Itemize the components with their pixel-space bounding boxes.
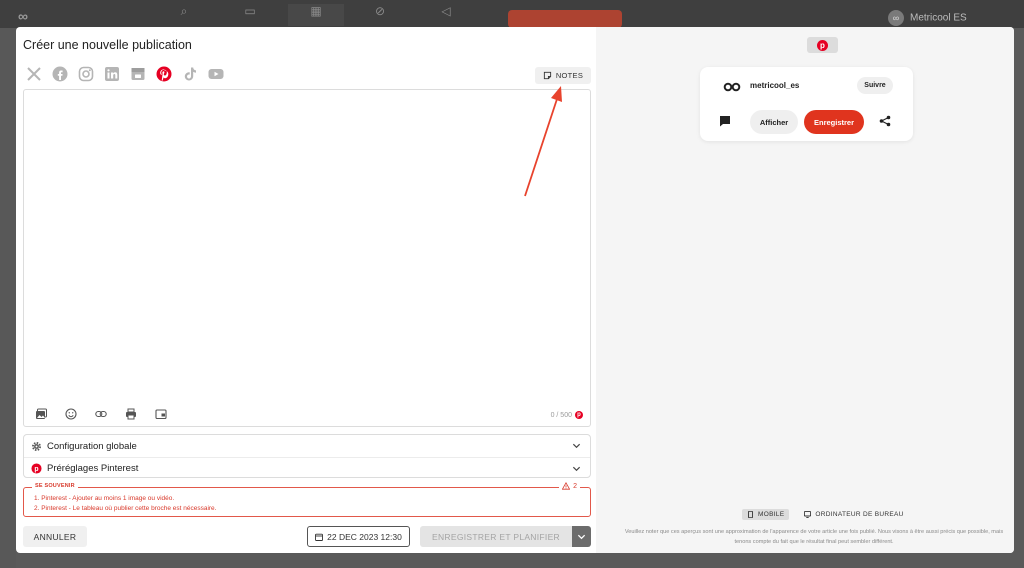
svg-text:p: p: [34, 466, 38, 473]
mobile-label: MOBILE: [758, 511, 785, 518]
schedule-date: 22 DEC 2023 12:30: [327, 531, 402, 542]
preview-device-toggle: MOBILE ORDINATEUR DE BUREAU: [742, 509, 909, 520]
share-icon[interactable]: [879, 115, 891, 127]
search-icon[interactable]: ⌕: [156, 4, 212, 26]
preview-disclaimer: Veuillez noter que ces aperçus sont une …: [624, 529, 1004, 545]
notes-button[interactable]: NOTES: [535, 67, 591, 84]
preview-pane: p metricool_es Suivre Afficher Enregistr…: [596, 27, 1014, 553]
create-publication-modal: Créer une nouvelle publication NOTES 0 /…: [16, 27, 1014, 553]
media-library-icon[interactable]: [34, 407, 47, 420]
user-name: Metricool ES: [910, 12, 967, 24]
link-shortener-icon[interactable]: [94, 407, 107, 420]
x-icon[interactable]: [25, 66, 42, 83]
reminder-label: SE SOUVENIR: [32, 483, 78, 489]
facebook-icon[interactable]: [51, 66, 68, 83]
character-count: 0 / 500: [550, 411, 572, 419]
pinterest-icon: p: [31, 463, 42, 474]
editor-pane: Créer une nouvelle publication NOTES 0 /…: [16, 27, 596, 553]
instagram-icon[interactable]: [77, 66, 94, 83]
modal-title: Créer une nouvelle publication: [23, 38, 192, 52]
tiktok-icon[interactable]: [181, 66, 198, 83]
reminder-box: SE SOUVENIR 2 1. Pinterest - Ajouter au …: [23, 482, 591, 517]
comment-icon[interactable]: [719, 115, 731, 127]
calendar-icon: [315, 533, 324, 541]
megaphone-icon[interactable]: ◁: [418, 4, 474, 26]
desktop-view-toggle[interactable]: ORDINATEUR DE BUREAU: [799, 509, 908, 520]
schedule-date-button[interactable]: 22 DEC 2023 12:30: [307, 526, 410, 547]
character-counter: 0 / 500 p: [551, 411, 583, 419]
list-item: 1. Pinterest - Ajouter au moins 1 image …: [34, 495, 175, 502]
reminder-count-value: 2: [573, 482, 577, 490]
note-icon: [543, 71, 551, 80]
account-name: metricool_es: [750, 81, 800, 90]
pinterest-presets-label: Préréglages Pinterest: [47, 463, 139, 474]
editor-toolbar: [34, 407, 167, 420]
monitor-icon: [804, 511, 812, 518]
desktop-label: ORDINATEUR DE BUREAU: [815, 511, 904, 518]
phone-icon: [748, 511, 753, 518]
avatar: ∞: [888, 10, 904, 26]
list-item: 2. Pinterest - Le tableau où publier cet…: [34, 505, 217, 512]
chevron-down-icon: [577, 534, 586, 540]
user-menu[interactable]: ∞ Metricool ES: [888, 10, 967, 26]
social-network-selector: [25, 65, 224, 83]
global-config-section[interactable]: Configuration globale: [24, 435, 590, 457]
pinterest-icon: p: [575, 411, 583, 419]
follow-button[interactable]: Suivre: [857, 77, 893, 94]
account-logo: [723, 82, 741, 92]
pinterest-presets-section[interactable]: p Préréglages Pinterest: [24, 457, 590, 479]
store-icon[interactable]: [129, 66, 146, 83]
calendar-icon[interactable]: ▦: [288, 4, 344, 26]
link-icon[interactable]: ⊘: [352, 4, 408, 26]
preview-network-tab[interactable]: p: [807, 37, 838, 53]
background-topbar: ∞ ⌕ ▭ ▦ ⊘ ◁ ∞ Metricool ES: [0, 0, 1024, 28]
chat-icon[interactable]: ▭: [222, 4, 278, 26]
print-icon[interactable]: [124, 407, 137, 420]
gear-icon: [31, 441, 42, 452]
cancel-button[interactable]: ANNULER: [23, 526, 87, 547]
warning-icon: [562, 482, 571, 490]
background-sidebar: [0, 28, 16, 568]
background-cta-button[interactable]: [508, 10, 622, 28]
notes-label: NOTES: [555, 71, 584, 80]
save-and-schedule-button[interactable]: ENREGISTRER ET PLANIFIER: [420, 526, 572, 547]
chevron-down-icon: [572, 443, 581, 449]
save-options-dropdown[interactable]: [572, 526, 591, 547]
pinterest-preview-card: metricool_es Suivre Afficher Enregistrer: [700, 67, 913, 141]
reminder-list: 1. Pinterest - Ajouter au moins 1 image …: [34, 494, 216, 514]
settings-sections: Configuration globale p Préréglages Pint…: [23, 434, 591, 478]
pinterest-icon: p: [817, 39, 828, 51]
metricool-logo: ∞: [18, 8, 28, 24]
youtube-icon[interactable]: [207, 66, 224, 83]
reminder-count: 2: [559, 482, 580, 490]
folder-icon[interactable]: [154, 407, 167, 420]
global-config-label: Configuration globale: [47, 440, 137, 452]
mobile-view-toggle[interactable]: MOBILE: [742, 509, 790, 520]
emoji-icon[interactable]: [64, 407, 77, 420]
chevron-down-icon: [572, 466, 581, 472]
show-button[interactable]: Afficher: [750, 110, 798, 134]
linkedin-icon[interactable]: [103, 66, 120, 83]
post-text-editor[interactable]: 0 / 500 p: [23, 89, 591, 427]
save-pin-button[interactable]: Enregistrer: [804, 110, 864, 134]
pinterest-icon[interactable]: [155, 66, 172, 83]
